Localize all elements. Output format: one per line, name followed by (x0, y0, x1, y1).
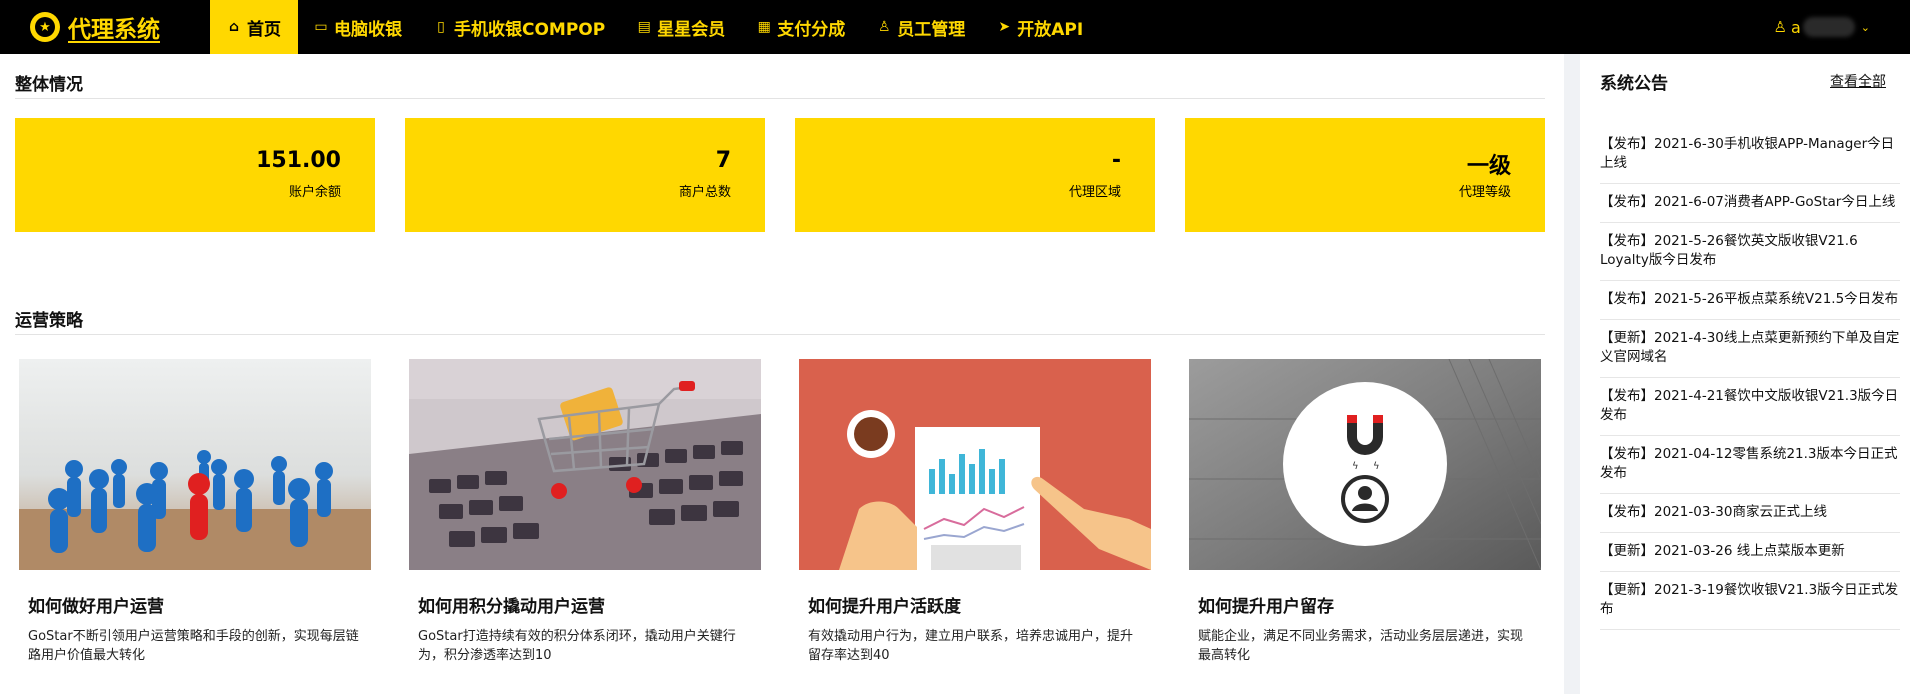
user-icon: ♙ (877, 19, 891, 35)
nav-item-label: 员工管理 (897, 19, 966, 40)
brand[interactable]: ★ 代理系统 (30, 11, 160, 43)
announcement-item[interactable]: 【更新】2021-4-30线上点菜更新预约下单及自定义官网域名 (1600, 320, 1900, 378)
card-description: 赋能企业，满足不同业务需求，活动业务层层递进，实现最高转化 (1198, 629, 1524, 663)
announcement-item[interactable]: 【发布】2021-6-07消费者APP-GoStar今日上线 (1600, 184, 1900, 223)
announcement-item[interactable]: 【发布】2021-5-26平板点菜系统V21.5今日发布 (1600, 281, 1900, 320)
stat-label: 账户余额 (288, 185, 341, 200)
card-title: 如何用积分撬动用户运营 (418, 597, 605, 617)
redacted-username (1802, 17, 1855, 37)
home-icon: ⌂ (228, 19, 240, 35)
view-all-link[interactable]: 查看全部 (1830, 71, 1886, 91)
stat-card-balance: 151.00 账户余额 (15, 118, 375, 232)
nav-item-staff[interactable]: ♙ 员工管理 (861, 0, 981, 54)
strategy-card-user-ops[interactable]: 如何做好用户运营 GoStar不断引领用户运营策略和手段的创新，实现每层链路用户… (19, 359, 371, 665)
announcement-item[interactable]: 【发布】2021-04-12零售系统21.3版本今日正式发布 (1600, 436, 1900, 494)
calculator-icon: ▦ (757, 19, 771, 35)
chart-hands-image (799, 359, 1151, 570)
monitor-icon: ▭ (314, 19, 328, 35)
send-icon: ➤ (998, 19, 1011, 35)
magnet-user-image: ϟ ϟ (1189, 359, 1541, 570)
nav-item-label: 星星会员 (657, 19, 726, 40)
stat-value: 一级 (1466, 154, 1511, 179)
main-content: 整体情况 151.00 账户余额 7 商户总数 - 代理区域 一级 代理等级 运… (0, 54, 1564, 694)
stat-value: 151.00 (256, 148, 341, 173)
mobile-icon: ▯ (437, 19, 445, 35)
announcement-list: 【发布】2021-6-30手机收银APP-Manager今日上线 【发布】202… (1600, 126, 1900, 630)
strategy-divider (15, 334, 1545, 335)
overview-divider (15, 98, 1545, 99)
announcement-item[interactable]: 【更新】2021-3-19餐饮收银V21.3版今日正式发布 (1600, 572, 1900, 630)
nav-item-mobile-cashier[interactable]: ▯ 手机收银COMPOP (418, 0, 621, 54)
card-title: 如何做好用户运营 (28, 597, 164, 617)
stat-label: 商户总数 (678, 185, 731, 200)
stat-card-merchants: 7 商户总数 (405, 118, 765, 232)
announcement-item[interactable]: 【发布】2021-4-21餐饮中文版收银V21.3版今日发布 (1600, 378, 1900, 436)
nav-item-payment-share[interactable]: ▦ 支付分成 (741, 0, 861, 54)
user-menu[interactable]: ♙ a ⌄ (1774, 0, 1870, 54)
stat-card-level: 一级 代理等级 (1185, 118, 1545, 232)
strategy-card-activity[interactable]: 如何提升用户活跃度 有效撬动用户行为，建立用户联系，培养忠诚用户，提升留存率达到… (799, 359, 1151, 665)
card-title: 如何提升用户活跃度 (808, 597, 961, 617)
book-icon: ▤ (637, 19, 651, 35)
stat-label: 代理区域 (1068, 185, 1121, 200)
user-icon: ♙ (1773, 18, 1787, 36)
svg-text:ϟ: ϟ (1352, 461, 1359, 472)
nav-item-star-member[interactable]: ▤ 星星会员 (621, 0, 741, 54)
nav-item-pc-cashier[interactable]: ▭ 电脑收银 (298, 0, 418, 54)
card-description: GoStar不断引领用户运营策略和手段的创新，实现每层链路用户价值最大转化 (28, 629, 359, 663)
nav-item-open-api[interactable]: ➤ 开放API (981, 0, 1099, 54)
stat-value: 7 (715, 148, 731, 173)
card-title: 如何提升用户留存 (1198, 597, 1334, 617)
star-icon: ★ (30, 12, 60, 42)
stat-value: - (1111, 148, 1121, 173)
announcement-item[interactable]: 【更新】2021-03-26 线上点菜版本更新 (1600, 533, 1900, 572)
card-description: 有效撬动用户行为，建立用户联系，培养忠诚用户，提升留存率达到40 (808, 629, 1134, 663)
chevron-down-icon: ⌄ (1860, 20, 1870, 34)
cart-keyboard-image (409, 359, 761, 570)
main-nav: ⌂ 首页 ▭ 电脑收银 ▯ 手机收银COMPOP ▤ 星星会员 ▦ 支付分成 ♙… (210, 0, 1099, 54)
nav-item-label: 支付分成 (777, 19, 846, 40)
announcement-item[interactable]: 【发布】2021-03-30商家云正式上线 (1600, 494, 1900, 533)
svg-text:ϟ: ϟ (1373, 461, 1380, 472)
nav-item-label: 首页 (247, 19, 281, 40)
user-name: a (1790, 17, 1801, 37)
stat-card-region: - 代理区域 (795, 118, 1155, 232)
nav-item-label: 电脑收银 (334, 19, 402, 40)
top-navbar: ★ 代理系统 ⌂ 首页 ▭ 电脑收银 ▯ 手机收银COMPOP ▤ 星星会员 ▦… (0, 0, 1910, 54)
strategy-title: 运营策略 (15, 311, 83, 331)
column-gutter (1564, 54, 1580, 694)
card-description: GoStar打造持续有效的积分体系闭环，撬动用户关键行为，积分渗透率达到10 (418, 629, 736, 663)
announcement-item[interactable]: 【发布】2021-5-26餐饮英文版收银V21.6 Loyalty版今日发布 (1600, 223, 1900, 281)
strategy-card-retention[interactable]: ϟ ϟ 如何提升用户留存 赋能企业，满足不同业务需求，活动业务层层递进，实现最高… (1189, 359, 1541, 665)
overview-title: 整体情况 (15, 75, 83, 95)
announcement-item[interactable]: 【发布】2021-6-30手机收银APP-Manager今日上线 (1600, 126, 1900, 184)
announcements-panel: 系统公告 查看全部 【发布】2021-6-30手机收银APP-Manager今日… (1580, 54, 1910, 694)
nav-item-label: 手机收银COMPOP (454, 19, 606, 40)
nav-item-home[interactable]: ⌂ 首页 (210, 0, 298, 54)
brand-title[interactable]: 代理系统 (68, 10, 160, 44)
nav-item-label: 开放API (1017, 19, 1084, 40)
stat-label: 代理等级 (1458, 185, 1511, 200)
strategy-card-points[interactable]: 如何用积分撬动用户运营 GoStar打造持续有效的积分体系闭环，撬动用户关键行为… (409, 359, 761, 665)
pawns-image (19, 359, 371, 570)
announcements-title: 系统公告 (1600, 74, 1668, 94)
